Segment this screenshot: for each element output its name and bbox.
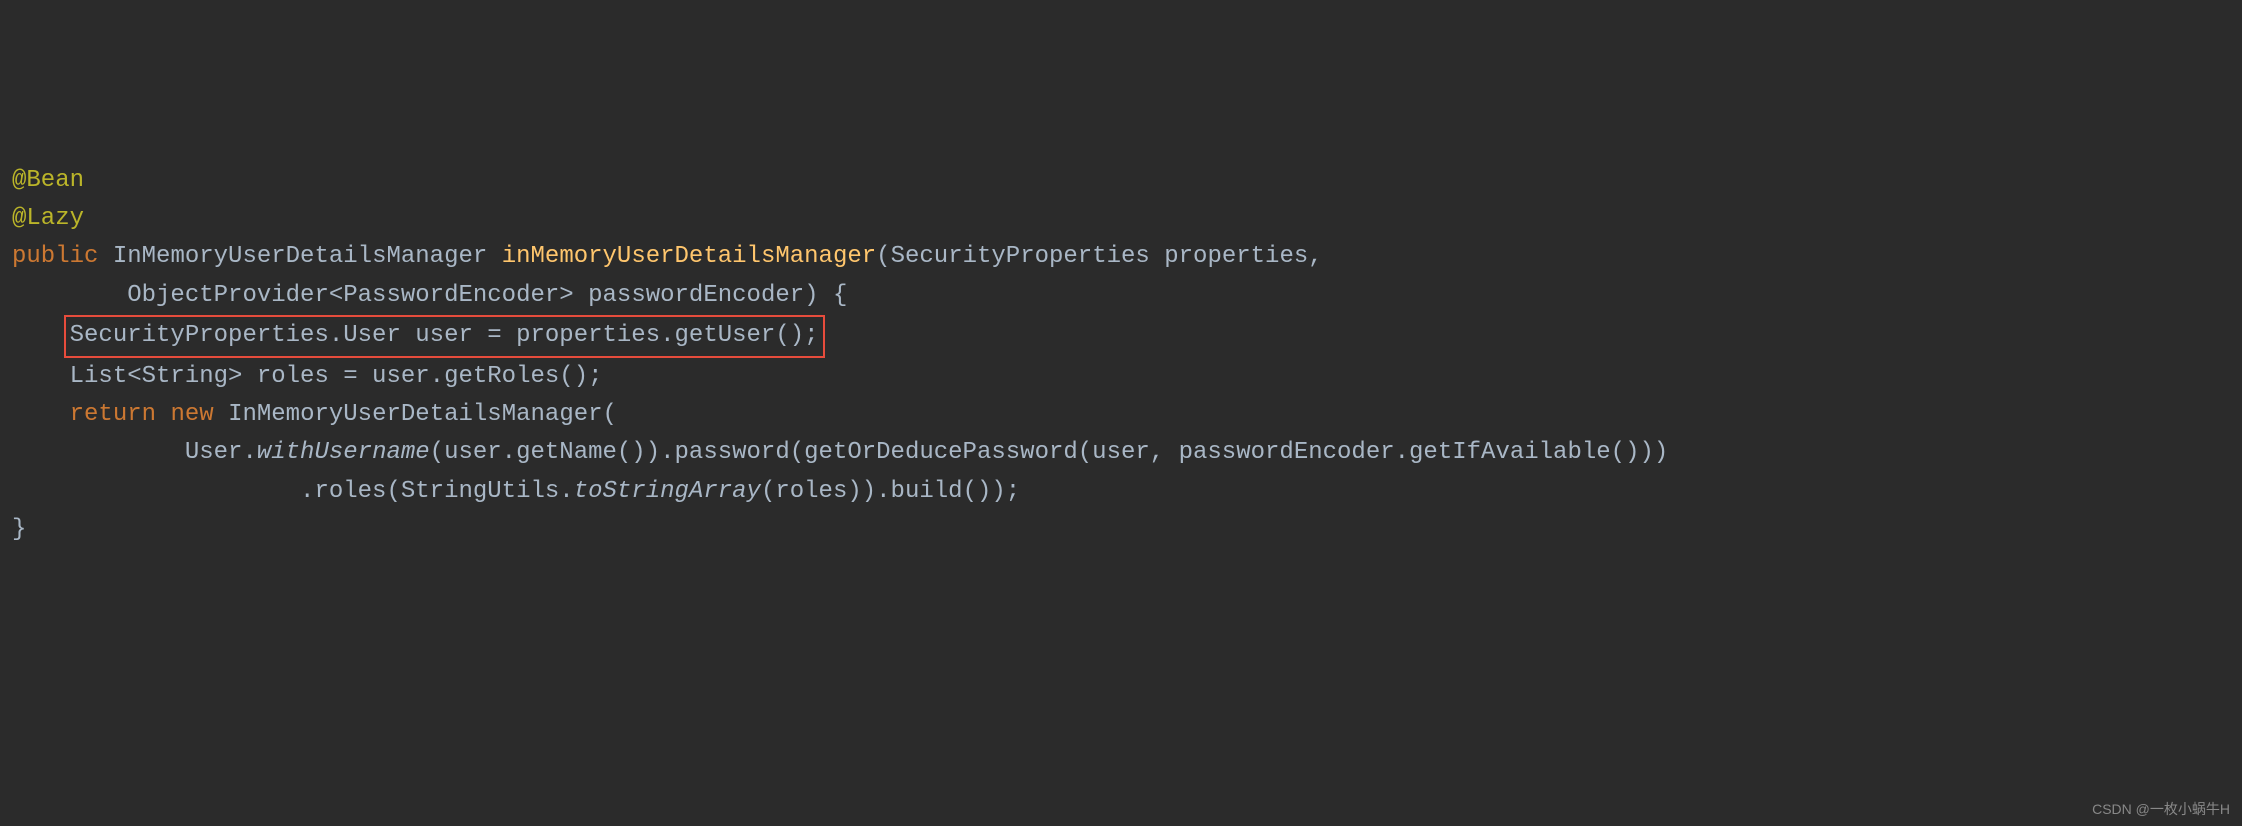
- static-method: toStringArray: [574, 478, 761, 505]
- code-line: User.withUsername(user.getName()).passwo…: [12, 434, 2230, 472]
- param-name: properties: [1164, 243, 1308, 270]
- highlighted-code-box: SecurityProperties.User user = propertie…: [64, 315, 825, 357]
- code-line: @Bean: [12, 162, 2230, 200]
- dot: .: [242, 439, 256, 466]
- code-line: List<String> roles = user.getRoles();: [12, 358, 2230, 396]
- watermark-text: CSDN @一枚小蜗牛H: [2092, 798, 2230, 820]
- annotation-lazy: @Lazy: [12, 205, 84, 232]
- constructor-type: InMemoryUserDetailsManager: [228, 401, 602, 428]
- class-ref: User: [185, 439, 243, 466]
- highlighted-line: SecurityProperties.User user = propertie…: [70, 322, 819, 349]
- code-line: public InMemoryUserDetailsManager inMemo…: [12, 238, 2230, 276]
- keyword-return: return: [70, 401, 156, 428]
- comma: ,: [1308, 243, 1322, 270]
- call-chain: (user.getName()).password(getOrDeducePas…: [430, 439, 1669, 466]
- close-brace: }: [12, 516, 26, 543]
- code-editor: @Bean @Lazy public InMemoryUserDetailsMana…: [12, 162, 2230, 550]
- paren-open: (: [876, 243, 890, 270]
- keyword-new: new: [170, 401, 213, 428]
- return-type: InMemoryUserDetailsManager: [113, 243, 487, 270]
- static-method: withUsername: [257, 439, 430, 466]
- method-name: inMemoryUserDetailsManager: [502, 243, 876, 270]
- paren-close-brace: ) {: [804, 282, 847, 309]
- param-type: SecurityProperties: [891, 243, 1150, 270]
- paren-open: (: [603, 401, 617, 428]
- param-name: passwordEncoder: [588, 282, 804, 309]
- code-line: return new InMemoryUserDetailsManager(: [12, 396, 2230, 434]
- annotation-bean: @Bean: [12, 167, 84, 194]
- code-line: .roles(StringUtils.toStringArray(roles))…: [12, 473, 2230, 511]
- keyword-public: public: [12, 243, 98, 270]
- code-line: SecurityProperties.User user = propertie…: [12, 315, 2230, 357]
- call-suffix: (roles)).build());: [761, 478, 1020, 505]
- code-line: ObjectProvider<PasswordEncoder> password…: [12, 277, 2230, 315]
- call-prefix: .roles(StringUtils.: [12, 478, 574, 505]
- code-line: @Lazy: [12, 200, 2230, 238]
- param-type: ObjectProvider<PasswordEncoder>: [127, 282, 573, 309]
